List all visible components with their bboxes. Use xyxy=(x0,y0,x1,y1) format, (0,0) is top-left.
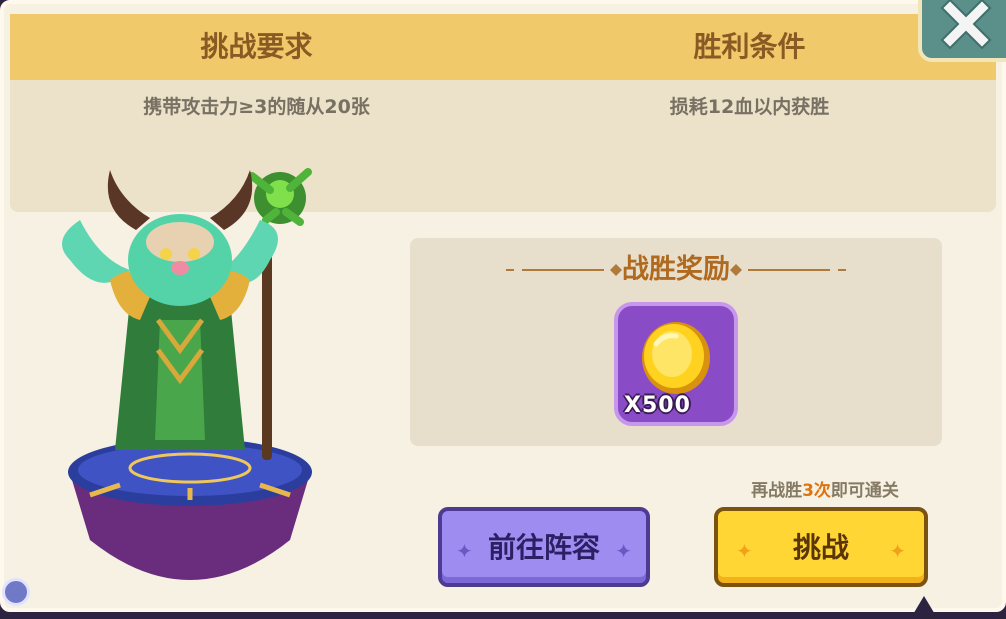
sparkle-icon: ✦ xyxy=(736,539,753,563)
divider-right-icon xyxy=(730,264,846,276)
victory-condition-text: 损耗12血以内获胜 xyxy=(669,96,830,118)
go-to-lineup-label: 前往阵容 xyxy=(487,531,600,564)
platform-icon xyxy=(68,438,312,580)
sparkle-icon: ✦ xyxy=(889,539,906,563)
sparkle-icon: ✦ xyxy=(456,539,473,563)
corner-decoration xyxy=(912,596,936,616)
reward-box: 战胜奖励 X500 xyxy=(410,238,942,446)
reward-quantity: X500 xyxy=(624,393,691,418)
hint-suffix: 即可通关 xyxy=(830,481,899,501)
hint-count: 3次 xyxy=(802,481,831,501)
challenge-requirement-text: 携带攻击力≥3的随从20张 xyxy=(143,96,370,118)
hero-character-illustration xyxy=(62,168,312,580)
chat-bubble-button[interactable] xyxy=(2,578,30,606)
close-icon xyxy=(940,0,992,50)
reward-item[interactable]: X500 xyxy=(614,302,738,426)
challenge-requirement-title: 挑战要求 xyxy=(200,30,313,63)
reward-title: 战胜奖励 xyxy=(622,254,730,285)
challenge-button[interactable]: ✦ 挑战 ✦ xyxy=(714,507,928,587)
sparkle-icon: ✦ xyxy=(615,539,632,563)
hint-prefix: 再战胜 xyxy=(751,481,803,501)
close-button[interactable] xyxy=(918,0,1006,62)
staff-icon xyxy=(248,168,312,460)
go-to-lineup-button[interactable]: ✦ 前往阵容 ✦ xyxy=(438,507,650,587)
challenge-label: 挑战 xyxy=(792,531,849,564)
clear-hint: 再战胜3次即可通关 xyxy=(700,478,950,504)
